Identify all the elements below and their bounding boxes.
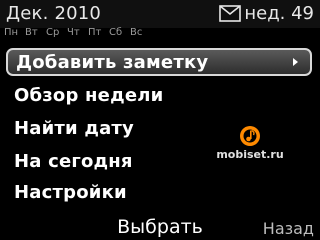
watermark-text: mobiset.ru [216,148,284,161]
weekday-sat: Сб [109,27,123,38]
menu-item-label: Обзор недели [14,84,164,106]
weekday-fri: Пт [88,27,102,38]
week-number: нед. 49 [244,3,314,24]
menu-item-label: На сегодня [14,150,133,172]
calendar-header: Дек. 2010 нед. 49 [0,0,320,28]
triangle-right-icon [293,58,298,66]
menu-item-label: Найти дату [14,117,134,139]
envelope-icon [219,5,241,22]
weekday-strip: Пн Вт Ср Чт Пт Сб Вс [4,27,149,41]
softkey-bar: Выбрать Назад [0,214,320,240]
menu-item-label: Добавить заметку [16,51,209,73]
back-softkey[interactable]: Назад [263,219,314,238]
weekday-wed: Ср [46,27,60,38]
menu-item-week-view[interactable]: Обзор недели [6,81,312,109]
weekday-sun: Вс [130,27,143,38]
menu-item-label: Настройки [14,181,127,203]
phone-screen: Дек. 2010 нед. 49 Пн Вт Ср Чт Пт Сб Вс Д… [0,0,320,240]
menu-item-add-note[interactable]: Добавить заметку [6,48,312,76]
weekday-tue: Вт [25,27,38,38]
music-note-logo-icon [240,126,260,146]
weekday-mon: Пн [4,27,19,38]
watermark: mobiset.ru [215,125,285,161]
month-title: Дек. 2010 [6,3,102,24]
weekday-thu: Чт [67,27,80,38]
menu-item-settings[interactable]: Настройки [6,178,312,206]
